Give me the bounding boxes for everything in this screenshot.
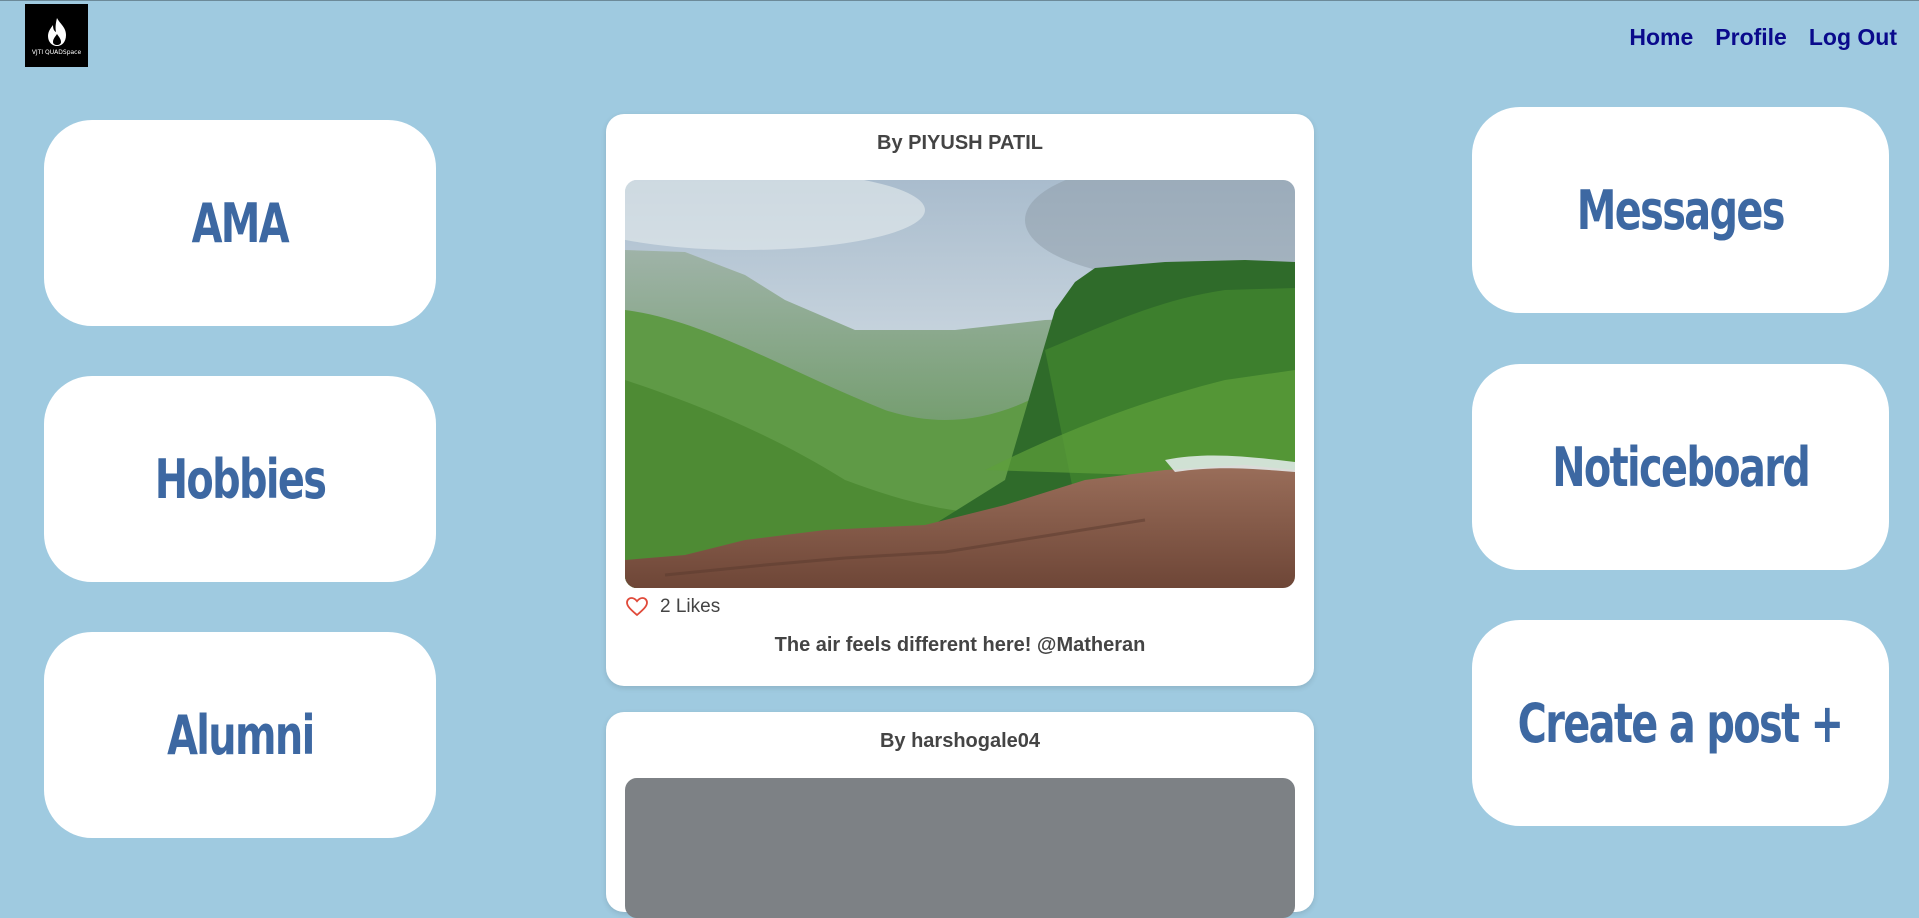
alumni-tile-label: Alumni: [166, 703, 315, 767]
nav-logout-link[interactable]: Log Out: [1809, 24, 1897, 51]
noticeboard-tile-label: Noticeboard: [1552, 435, 1811, 499]
post-photo: [625, 778, 1295, 918]
top-nav: Home Profile Log Out: [1629, 24, 1897, 51]
heart-outline-icon[interactable]: [626, 597, 648, 617]
ama-tile[interactable]: AMA: [44, 120, 436, 326]
ama-tile-label: AMA: [191, 191, 290, 255]
post-caption: The air feels different here! @Matheran: [774, 634, 1146, 656]
top-border: [0, 0, 1919, 1]
hobbies-tile-label: Hobbies: [154, 447, 327, 511]
nav-profile-link[interactable]: Profile: [1715, 24, 1787, 51]
post-author: By harshogale04: [879, 730, 1041, 752]
likes-count: 2 Likes: [660, 596, 721, 617]
landscape-image: [625, 180, 1295, 588]
alumni-tile[interactable]: Alumni: [44, 632, 436, 838]
create-post-tile[interactable]: Create a post +: [1472, 620, 1889, 826]
messages-tile[interactable]: Messages: [1472, 107, 1889, 313]
logo-text: VJTI QUADSpace: [31, 49, 82, 56]
noticeboard-tile[interactable]: Noticeboard: [1472, 364, 1889, 570]
messages-tile-label: Messages: [1576, 178, 1786, 242]
app-logo[interactable]: VJTI QUADSpace: [25, 4, 88, 67]
post-author: By PIYUSH PATIL: [877, 132, 1043, 154]
nav-home-link[interactable]: Home: [1629, 24, 1693, 51]
likes-row: 2 Likes: [626, 596, 720, 618]
post-card: By PIYUSH PATIL 2 Likes The air feels di…: [606, 114, 1314, 686]
create-post-tile-label: Create a post +: [1518, 691, 1844, 755]
flame-icon: [47, 18, 66, 46]
hobbies-tile[interactable]: Hobbies: [44, 376, 436, 582]
post-photo: [625, 180, 1295, 588]
post-card: By harshogale04: [606, 712, 1314, 918]
